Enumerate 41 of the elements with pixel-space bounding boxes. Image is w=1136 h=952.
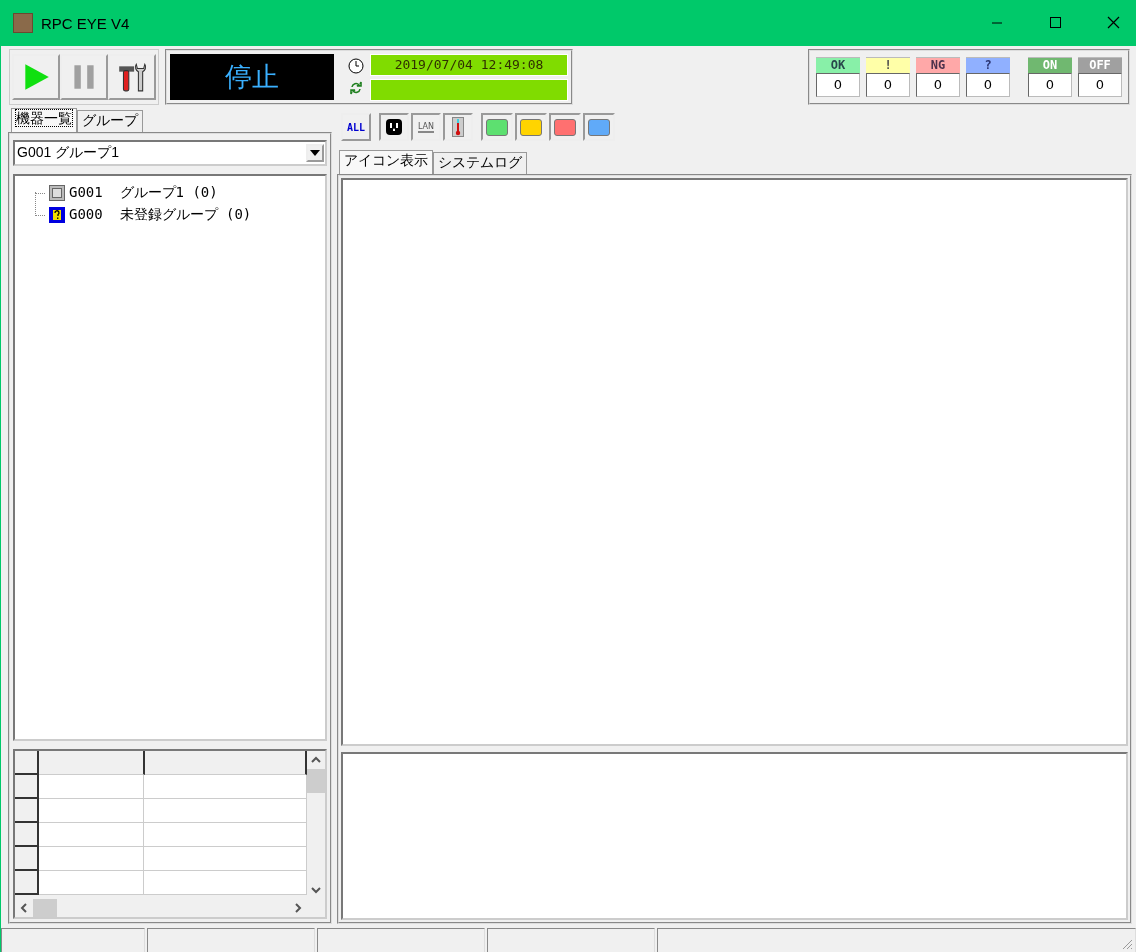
counter-value: 0 (916, 73, 960, 97)
power-outlet-icon (385, 118, 403, 136)
status-filter-button[interactable] (549, 113, 581, 141)
tree-item[interactable]: G000 未登録グループ (0) (69, 206, 252, 224)
window-title: RPC EYE V4 (41, 14, 130, 32)
counter-value: 0 (966, 73, 1010, 97)
counter-label: NG (916, 57, 960, 73)
counter-label: ON (1028, 57, 1072, 73)
refresh-icon (348, 80, 364, 96)
app-logo-icon (13, 13, 33, 33)
status-filter-button[interactable] (481, 113, 513, 141)
view-tab[interactable]: アイコン表示 (339, 150, 433, 174)
panel-tab[interactable]: グループ (77, 110, 143, 132)
counter-label: ! (866, 57, 910, 73)
datetime-display: 2019/07/04 12:49:08 (370, 53, 568, 76)
question-icon (49, 207, 65, 223)
counter-label: OFF (1078, 57, 1122, 73)
counter-value: 0 (816, 73, 860, 97)
tree-item[interactable]: G001 グループ1 (0) (69, 184, 218, 202)
counter-label: OK (816, 57, 860, 73)
lan-filter-button[interactable]: LAN (411, 113, 441, 141)
resize-grip-icon[interactable] (1121, 938, 1133, 950)
counter-value: 0 (1078, 73, 1122, 97)
scrollbar-thumb[interactable] (33, 899, 57, 917)
status-filter-button[interactable] (515, 113, 547, 141)
group-dropdown[interactable]: G001 グループ1 (13, 140, 327, 166)
counter-label: ? (966, 57, 1010, 73)
outlet-filter-button[interactable] (379, 113, 409, 141)
group-icon (49, 185, 65, 201)
counter-value: 0 (866, 73, 910, 97)
view-tab[interactable]: システムログ (433, 152, 527, 174)
counter-value: 0 (1028, 73, 1072, 97)
clock-icon (348, 58, 364, 74)
scrollbar-thumb[interactable] (307, 769, 325, 793)
thermometer-icon (452, 117, 464, 137)
panel-tab[interactable]: 機器一覧 (11, 108, 77, 132)
settings-button[interactable] (108, 54, 156, 100)
run-state-display: 停止 (170, 54, 334, 100)
all-filter-button[interactable]: ALL (341, 113, 371, 141)
start-button[interactable] (12, 54, 60, 100)
tools-icon (116, 61, 148, 93)
